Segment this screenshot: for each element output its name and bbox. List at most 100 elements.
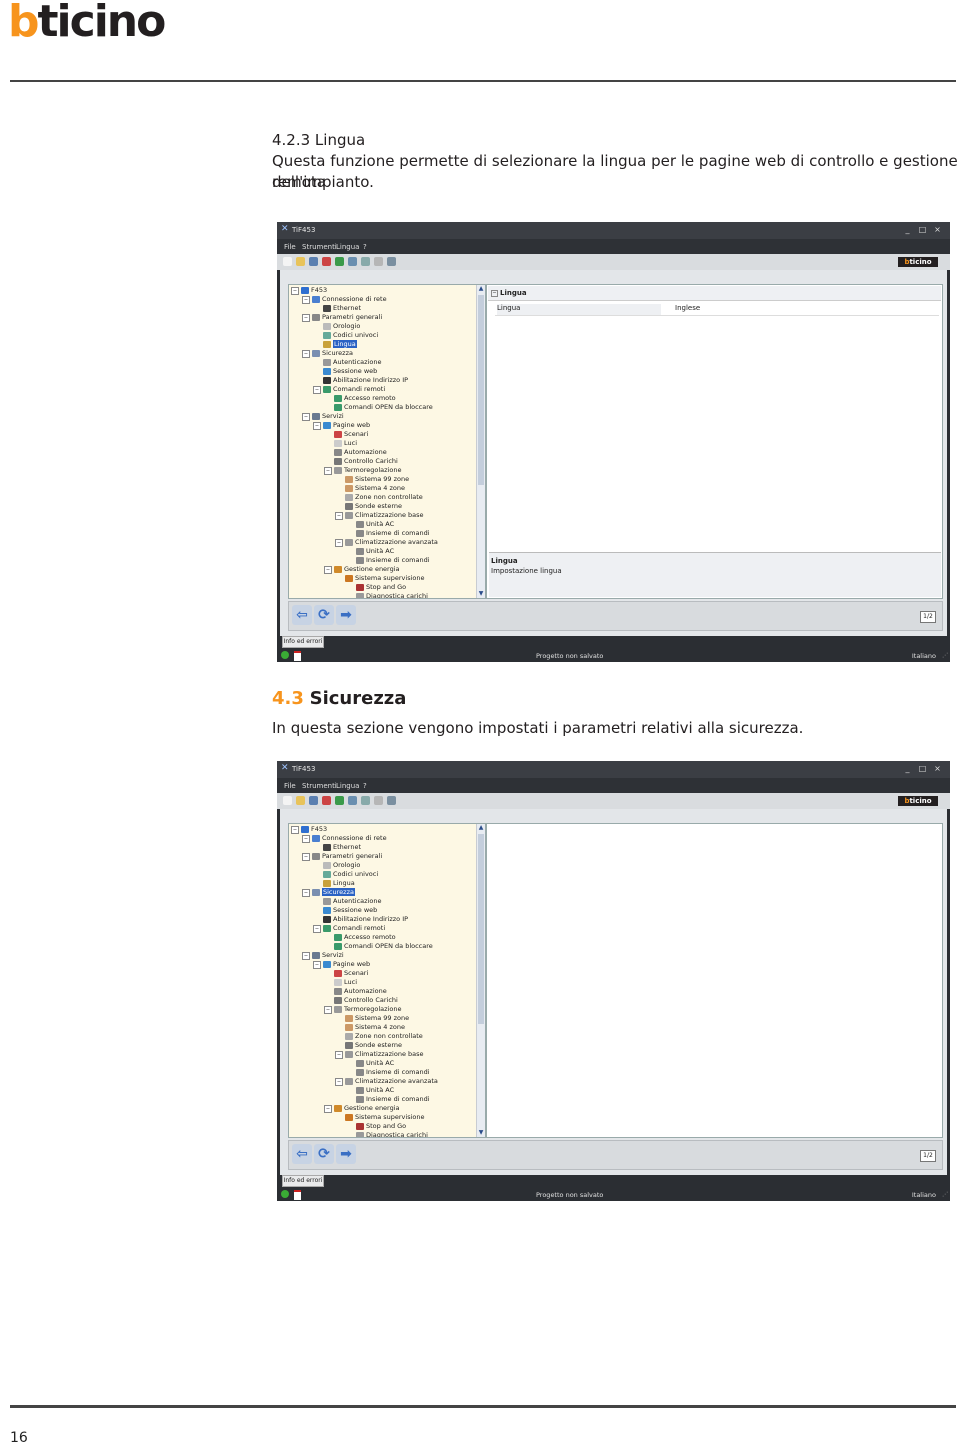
tree-scrollbar[interactable]: ▲ ▼ [476,285,485,598]
property-group-header[interactable]: − Lingua [488,286,941,301]
tree-item[interactable]: − F453 [291,825,327,834]
tree-item[interactable]: Insieme di comandi [346,529,430,538]
tree-item[interactable]: Comandi OPEN da bloccare [324,403,433,412]
tree-item[interactable]: Abilitazione Indirizzo IP [313,915,408,924]
tree-item[interactable]: − Gestione energia [324,1104,400,1113]
tree-item[interactable]: Stop and Go [346,583,406,592]
page-indicator[interactable]: 1/2 [920,1150,936,1162]
close-button[interactable]: × [932,225,943,235]
tree-item[interactable]: Autenticazione [313,358,381,367]
tree-item[interactable]: − Gestione energia [324,565,400,574]
tree-item[interactable]: Automazione [324,987,387,996]
pdf-icon[interactable] [294,651,301,661]
tree-item[interactable]: Accesso remoto [324,933,396,942]
receive-icon[interactable] [335,257,344,266]
expand-toggle-icon[interactable]: − [302,852,310,861]
scroll-thumb[interactable] [478,295,484,485]
tree-item[interactable]: Insieme di comandi [346,556,430,565]
receive-icon[interactable] [335,796,344,805]
tree-item[interactable]: − Pagine web [313,960,370,969]
expand-toggle-icon[interactable]: − [291,825,299,834]
tree-item[interactable]: Orologio [313,322,360,331]
refresh-button[interactable]: ⟳ [314,605,334,625]
tree-item[interactable]: Controllo Carichi [324,996,398,1005]
scroll-up-icon[interactable]: ▲ [477,285,485,293]
tree-item[interactable]: − Servizi [302,951,344,960]
tree-item[interactable]: − Climatizzazione avanzata [335,538,438,547]
expand-toggle-icon[interactable]: − [302,295,310,304]
tree-item[interactable]: Insieme di comandi [346,1095,430,1104]
back-button[interactable]: ⇦ [292,605,312,625]
maximize-button[interactable]: □ [917,225,928,235]
tree-item[interactable]: Luci [324,978,357,987]
tree-item[interactable]: Unità AC [346,1059,394,1068]
tree-item[interactable]: Orologio [313,861,360,870]
tree-item[interactable]: Sessione web [313,906,377,915]
scroll-up-icon[interactable]: ▲ [477,824,485,832]
tree-item[interactable]: Abilitazione Indirizzo IP [313,376,408,385]
refresh-button[interactable]: ⟳ [314,1144,334,1164]
device-icon[interactable] [361,796,370,805]
tree-item[interactable]: Sistema 99 zone [335,1014,409,1023]
expand-toggle-icon[interactable]: − [313,421,321,430]
grid-icon[interactable] [374,796,383,805]
close-button[interactable]: × [932,764,943,774]
device-icon[interactable] [361,257,370,266]
tree-item[interactable]: Ethernet [313,304,361,313]
menu-item-lingua[interactable]: Lingua [336,243,359,251]
tree-item[interactable]: Sessione web [313,367,377,376]
dropdown-icon[interactable] [387,796,396,805]
dropdown-icon[interactable] [387,257,396,266]
expand-toggle-icon[interactable]: − [335,538,343,547]
tree-item[interactable]: Unità AC [346,1086,394,1095]
menu-item-help[interactable]: ? [363,243,367,251]
save-icon[interactable] [309,257,318,266]
expand-toggle-icon[interactable]: − [291,286,299,295]
forward-button[interactable]: ➡ [336,605,356,625]
tree-item[interactable]: − Servizi [302,412,344,421]
tree-item[interactable]: Zone non controllate [335,1032,423,1041]
tree-item[interactable]: Lingua [313,879,355,888]
tree-item[interactable]: − Parametri generali [302,852,382,861]
expand-toggle-icon[interactable]: − [335,1077,343,1086]
tree-item[interactable]: Zone non controllate [335,493,423,502]
tools-icon[interactable] [348,796,357,805]
expand-toggle-icon[interactable]: − [313,960,321,969]
expand-toggle-icon[interactable]: − [313,385,321,394]
tree-item[interactable]: − Climatizzazione avanzata [335,1077,438,1086]
errors-tab[interactable]: Info ed errori [282,636,324,648]
tree-item[interactable]: Accesso remoto [324,394,396,403]
tree-item[interactable]: Sistema supervisione [335,1113,425,1122]
tree-item[interactable]: Insieme di comandi [346,1068,430,1077]
tree-item[interactable]: − Sicurezza [302,349,353,358]
tree-item[interactable]: − Pagine web [313,421,370,430]
tree-item[interactable]: − Connessione di rete [302,834,387,843]
tree-item[interactable]: Sonde esterne [335,502,402,511]
tree-item[interactable]: Codici univoci [313,870,378,879]
page-indicator[interactable]: 1/2 [920,611,936,623]
scroll-down-icon[interactable]: ▼ [477,590,485,598]
tree-item[interactable]: Luci [324,439,357,448]
send-icon[interactable] [322,257,331,266]
tree-item[interactable]: Diagnostica carichi [346,1131,428,1137]
expand-toggle-icon[interactable]: − [335,511,343,520]
tree-item[interactable]: Scenari [324,430,368,439]
tree-item[interactable]: Stop and Go [346,1122,406,1131]
tree-item[interactable]: Controllo Carichi [324,457,398,466]
open-icon[interactable] [296,257,305,266]
minimize-button[interactable]: _ [902,764,913,774]
property-row[interactable]: Lingua Inglese [495,301,939,316]
tree-item[interactable]: − Parametri generali [302,313,382,322]
expand-toggle-icon[interactable]: − [313,924,321,933]
tree-item[interactable]: Unità AC [346,520,394,529]
save-icon[interactable] [309,796,318,805]
menu-item-file[interactable]: File [284,243,296,251]
menu-item-strumenti[interactable]: Strumenti [302,243,337,251]
tree-item[interactable]: Ethernet [313,843,361,852]
tree-item[interactable]: Comandi OPEN da bloccare [324,942,433,951]
open-icon[interactable] [296,796,305,805]
tree-item[interactable]: Sistema 4 zone [335,1023,405,1032]
pdf-icon[interactable] [294,1190,301,1200]
menu-item-strumenti[interactable]: Strumenti [302,782,337,790]
tree-item[interactable]: − Connessione di rete [302,295,387,304]
